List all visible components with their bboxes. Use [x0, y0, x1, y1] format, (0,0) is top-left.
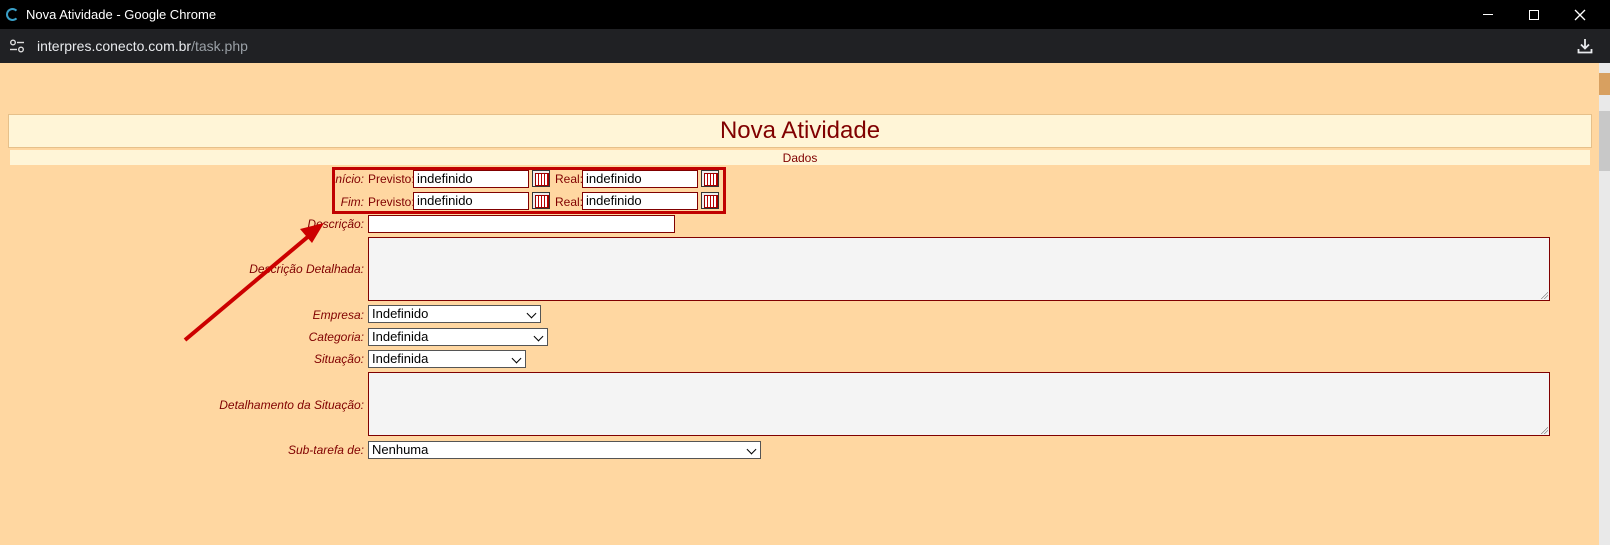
descricao-input[interactable] — [368, 215, 675, 233]
site-info-icon[interactable] — [9, 39, 25, 53]
scrollbar-thumb[interactable] — [1599, 111, 1610, 171]
subtarefa-label: Sub-tarefa de: — [287, 443, 364, 457]
chevron-down-icon — [511, 353, 522, 364]
download-icon — [1577, 39, 1593, 54]
url-path: /task.php — [191, 38, 248, 54]
minimize-icon — [1483, 14, 1493, 15]
detalhamento-textarea[interactable] — [368, 372, 1550, 436]
close-icon — [1574, 9, 1586, 20]
right-scrollbar[interactable] — [1599, 63, 1610, 545]
address-bar[interactable]: interpres.conecto.com.br/task.php — [0, 29, 1610, 63]
minimize-button[interactable] — [1465, 0, 1511, 29]
maximize-button[interactable] — [1511, 0, 1557, 29]
url-text[interactable]: interpres.conecto.com.br/task.php — [37, 38, 248, 54]
maximize-icon — [1529, 9, 1539, 20]
chevron-down-icon — [526, 308, 537, 319]
subtarefa-selected: Nenhuma — [372, 442, 429, 457]
close-button[interactable] — [1557, 0, 1603, 29]
chevron-down-icon — [533, 331, 544, 342]
download-button[interactable] — [1576, 37, 1594, 55]
url-host: interpres.conecto.com.br — [37, 38, 192, 54]
section-title: Dados — [782, 150, 818, 165]
chevron-down-icon — [746, 444, 757, 455]
annotation-arrow-icon — [183, 223, 324, 342]
loading-icon — [6, 8, 19, 21]
descricao-detalhada-textarea[interactable] — [368, 237, 1550, 301]
detalhamento-label: Detalhamento da Situação: — [219, 398, 364, 412]
page-title: Nova Atividade — [719, 117, 881, 144]
window-title-bar: Nova Atividade - Google Chrome — [0, 0, 1610, 29]
resize-grip-icon[interactable] — [1540, 291, 1548, 299]
scrollbar-segment — [1599, 73, 1610, 95]
subtarefa-select[interactable]: Nenhuma — [368, 441, 761, 459]
page-content: Nova Atividade Dados Início: Previsto: i… — [0, 63, 1599, 545]
resize-grip-icon[interactable] — [1540, 426, 1548, 434]
window-title: Nova Atividade - Google Chrome — [26, 7, 217, 22]
